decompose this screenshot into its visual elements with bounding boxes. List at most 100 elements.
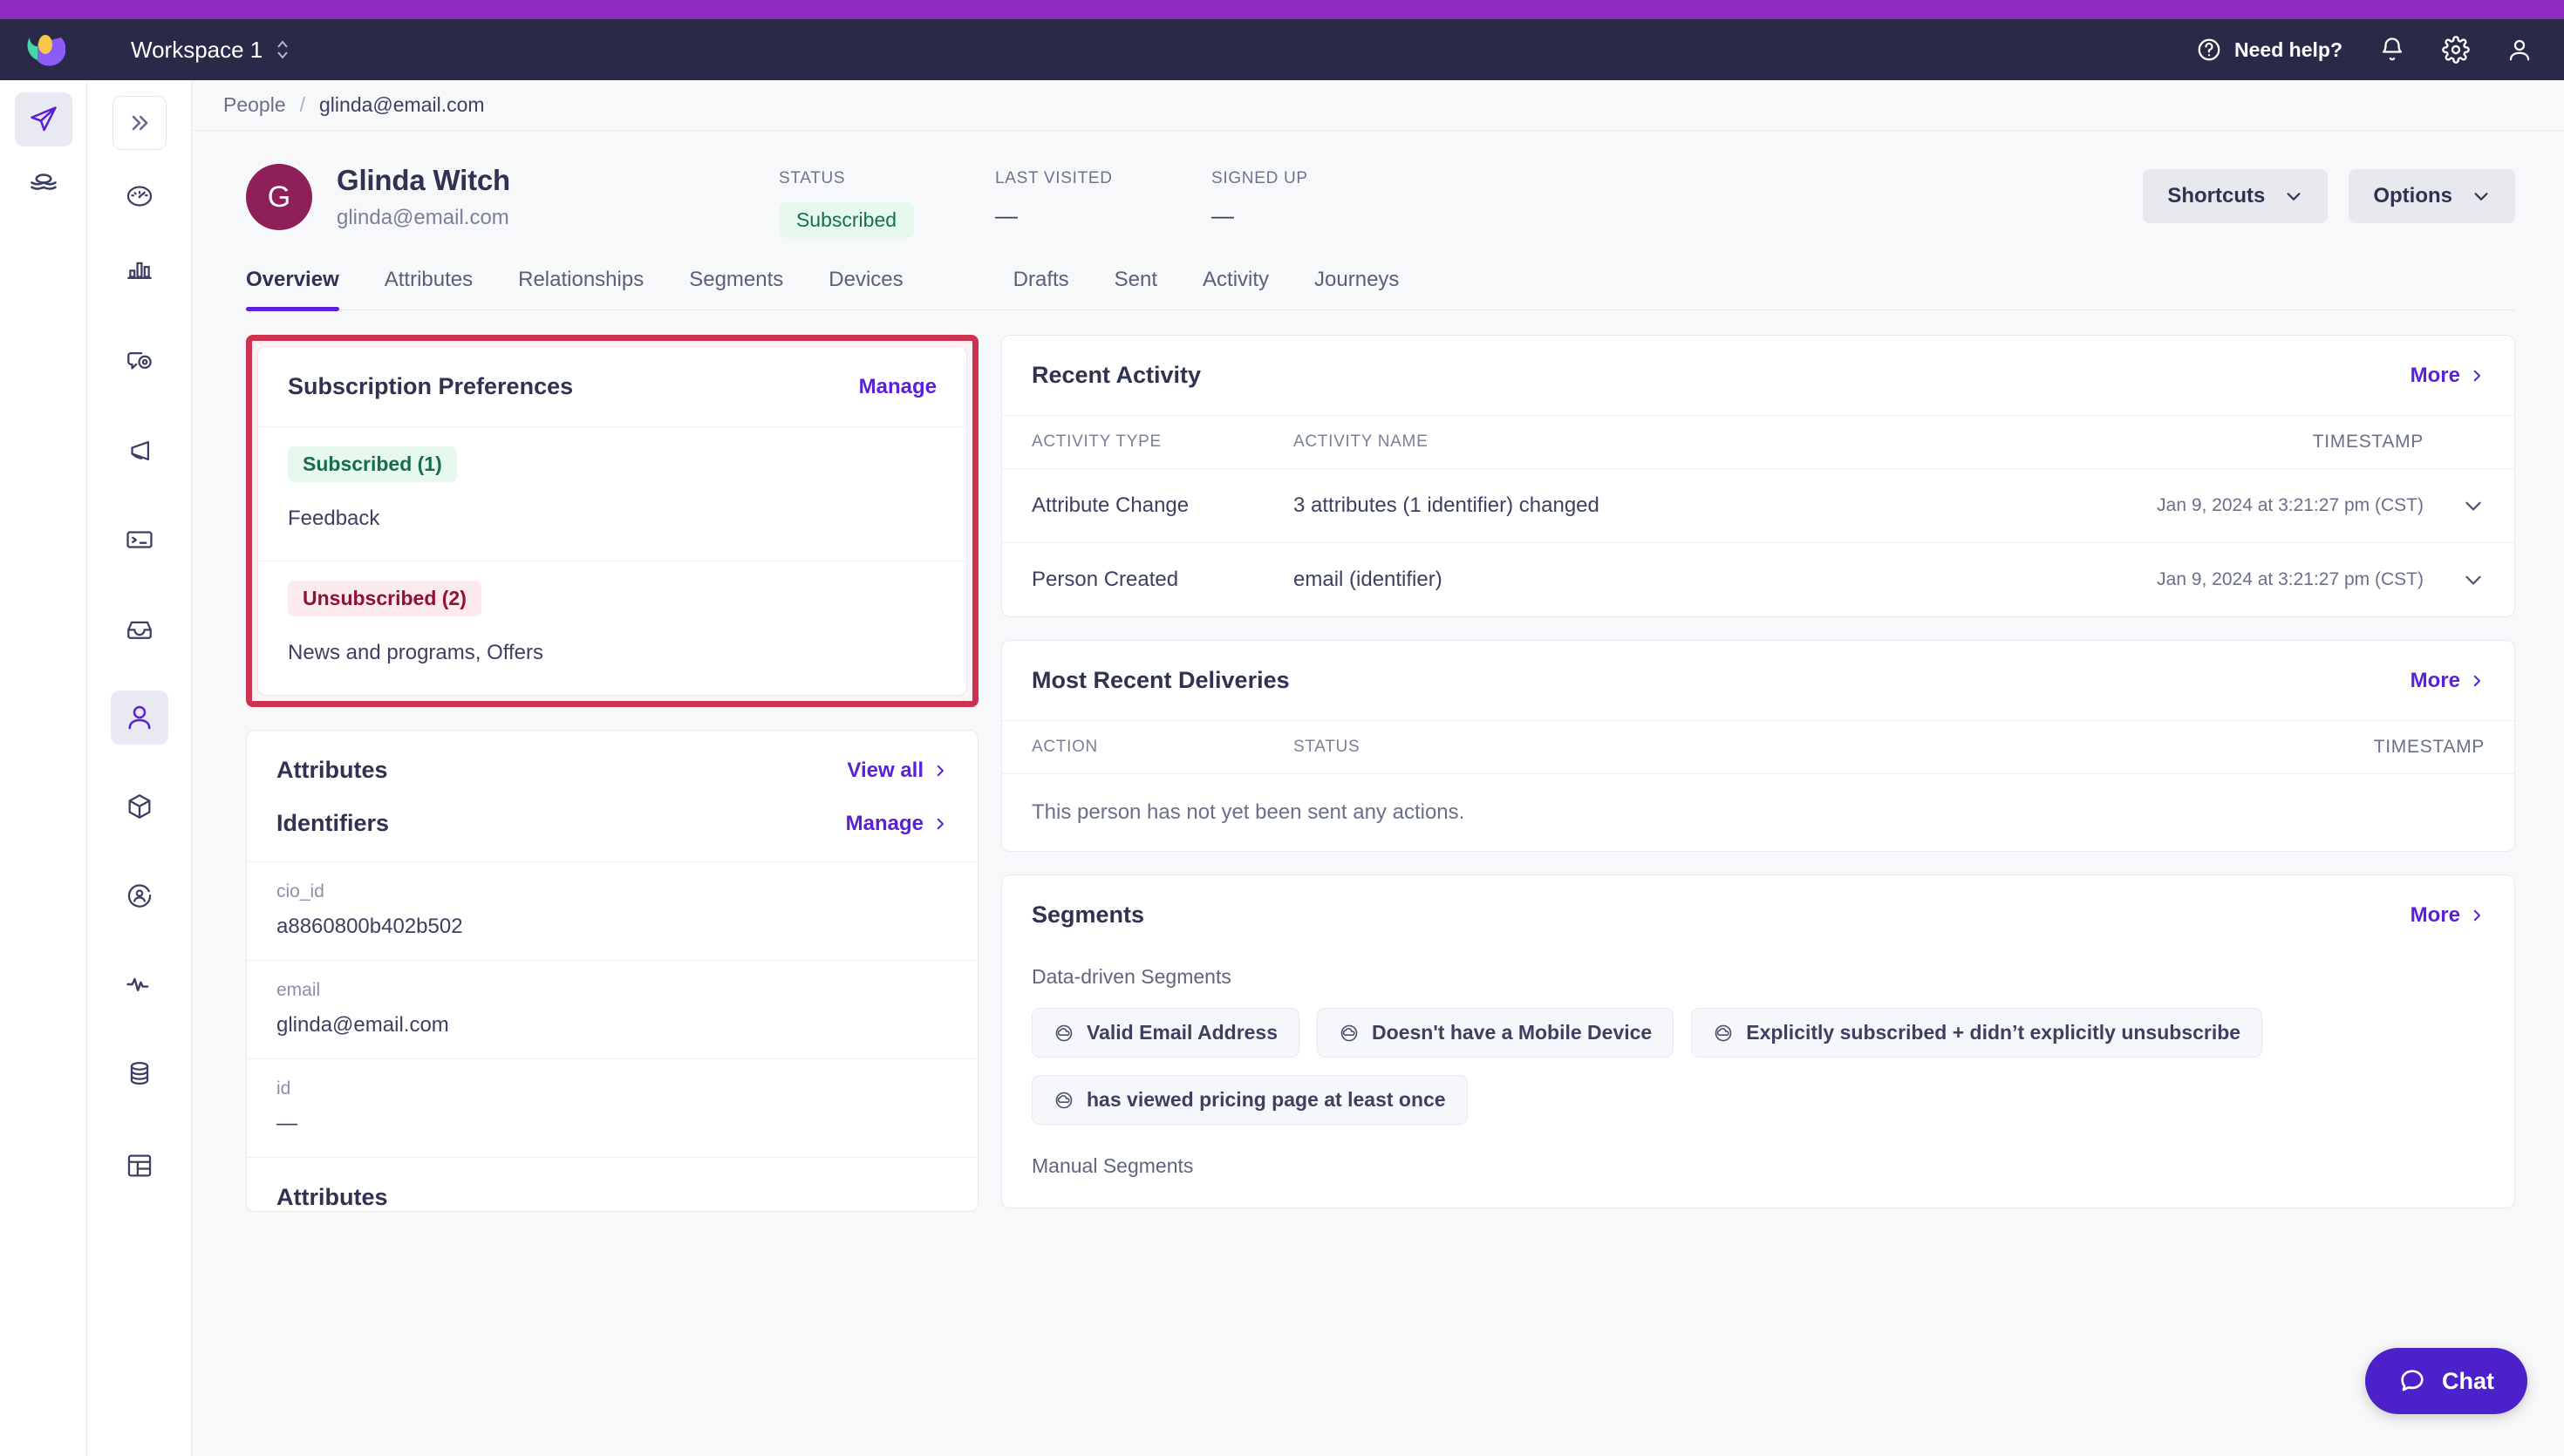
segment-chip[interactable]: Explicitly subscribed + didn’t explicitl…	[1691, 1008, 2263, 1058]
tab-sent[interactable]: Sent	[1092, 268, 1180, 310]
need-help-label: Need help?	[2234, 37, 2342, 61]
tab-attributes[interactable]: Attributes	[362, 268, 495, 310]
workspace-switcher[interactable]: Workspace 1	[131, 37, 290, 64]
sidebar-item-inbox[interactable]	[111, 602, 168, 656]
secondary-nav-rail	[87, 80, 192, 1456]
table-row[interactable]: Person Created email (identifier) Jan 9,…	[1002, 543, 2514, 616]
identifier-key: cio_id	[276, 881, 324, 901]
person-identity: Glinda Witch glinda@email.com	[337, 164, 510, 230]
attributes-view-all-link[interactable]: View all	[847, 759, 948, 783]
chat-bubble-icon	[2398, 1367, 2426, 1395]
breadcrumb-people[interactable]: People	[223, 93, 286, 117]
gauge-icon	[125, 181, 154, 211]
sidebar-item-messages[interactable]	[111, 335, 168, 389]
identifier-value: a8860800b402b502	[276, 915, 463, 938]
segment-label: Doesn't have a Mobile Device	[1372, 1021, 1653, 1044]
person-email: glinda@email.com	[337, 206, 509, 229]
tab-activity[interactable]: Activity	[1180, 268, 1292, 310]
need-help-button[interactable]: Need help?	[2196, 37, 2342, 63]
sidebar-item-dashboard[interactable]	[111, 169, 168, 223]
row-expand-button[interactable]	[2424, 568, 2485, 591]
segments-title: Segments	[1032, 901, 1145, 928]
breadcrumb-separator: /	[299, 93, 306, 116]
identifier-value: glinda@email.com	[276, 1013, 449, 1037]
meta-signed-up: SIGNED UP —	[1211, 169, 1428, 238]
person-meta-columns: STATUS Subscribed LAST VISITED — SIGNED …	[778, 164, 1428, 238]
tab-journeys[interactable]: Journeys	[1292, 268, 1422, 310]
row-expand-button[interactable]	[2424, 494, 2485, 517]
sidebar-item-data-sources[interactable]	[111, 1046, 168, 1100]
segment-chip[interactable]: Valid Email Address	[1032, 1008, 1300, 1058]
user-avatar-icon[interactable]	[2506, 37, 2533, 63]
subscription-manage-link[interactable]: Manage	[859, 375, 937, 399]
segment-chip[interactable]: has viewed pricing page at least once	[1032, 1075, 1468, 1125]
segments-more-link[interactable]: More	[2411, 903, 2485, 928]
options-label: Options	[2373, 184, 2452, 208]
segments-card: Segments More Data-driven Segments Valid…	[1001, 874, 2515, 1208]
app-body: People / glinda@email.com G Glinda Witch…	[0, 80, 2564, 1456]
shortcuts-button[interactable]: Shortcuts	[2143, 169, 2329, 223]
recent-deliveries-card: Most Recent Deliveries More ACTION STATU…	[1001, 640, 2515, 852]
identifier-row: id —	[247, 1058, 978, 1157]
column-activity-name: ACTIVITY NAME	[1293, 432, 1429, 451]
sidebar-item-analytics[interactable]	[111, 242, 168, 296]
tab-overview[interactable]: Overview	[246, 268, 362, 311]
recent-deliveries-title: Most Recent Deliveries	[1032, 667, 1290, 693]
sidebar-item-objects[interactable]	[111, 779, 168, 833]
identifier-key: email	[276, 980, 321, 1000]
app-logo-icon[interactable]	[21, 31, 70, 69]
megaphone-icon	[125, 436, 154, 466]
attributes-header: Attributes View all	[247, 731, 978, 810]
bell-icon[interactable]	[2379, 37, 2405, 63]
recent-deliveries-empty-message: This person has not yet been sent any ac…	[1032, 800, 1465, 824]
manual-segments-label: Manual Segments	[1032, 1154, 1194, 1177]
recent-activity-card: Recent Activity More ACTIVITY TYPE ACTIV…	[1001, 335, 2515, 617]
identifiers-manage-link[interactable]: Manage	[846, 812, 948, 836]
table-row[interactable]: Attribute Change 3 attributes (1 identif…	[1002, 469, 2514, 543]
shortcuts-label: Shortcuts	[2167, 184, 2266, 208]
activity-name: email (identifier)	[1293, 568, 1442, 591]
recent-deliveries-more-link[interactable]: More	[2411, 669, 2485, 693]
recent-activity-table-header: ACTIVITY TYPE ACTIVITY NAME TIMESTAMP	[1002, 415, 2514, 469]
help-circle-icon	[2196, 37, 2222, 63]
subscription-group-unsubscribed: Unsubscribed (2) News and programs, Offe…	[258, 561, 966, 695]
options-button[interactable]: Options	[2349, 169, 2515, 223]
sidebar-item-people[interactable]	[110, 691, 168, 745]
bar-chart-icon	[125, 255, 154, 284]
chat-button[interactable]: Chat	[2365, 1348, 2527, 1414]
sidebar-item-api[interactable]	[111, 513, 168, 567]
tab-drafts[interactable]: Drafts	[991, 268, 1092, 310]
sidebar-item-audiences[interactable]	[111, 868, 168, 922]
segment-label: has viewed pricing page at least once	[1087, 1088, 1446, 1111]
identifiers-manage-label: Manage	[845, 811, 924, 835]
unsubscribed-items: News and programs, Offers	[288, 641, 544, 664]
tab-devices[interactable]: Devices	[806, 268, 925, 310]
segment-chip[interactable]: Doesn't have a Mobile Device	[1317, 1008, 1674, 1058]
column-status: STATUS	[1293, 738, 1360, 756]
expand-sidebar-button[interactable]	[112, 96, 167, 150]
meta-last-visited-label: LAST VISITED	[994, 169, 1113, 187]
sidebar-item-templates[interactable]	[111, 1139, 168, 1193]
subscription-preferences-highlight: Subscription Preferences Manage Subscrib…	[246, 335, 979, 707]
recent-activity-more-link[interactable]: More	[2411, 364, 2485, 388]
segment-label: Explicitly subscribed + didn’t explicitl…	[1746, 1021, 2241, 1044]
attributes-section: Attributes	[247, 1157, 978, 1211]
tab-segments[interactable]: Segments	[666, 268, 806, 310]
sidebar-item-broadcasts[interactable]	[111, 424, 168, 478]
data-driven-segments-chips: Valid Email Address Doesn't have a Mobil…	[1032, 1008, 2485, 1125]
person-tabs: Overview Attributes Relationships Segmen…	[246, 268, 2515, 311]
gear-icon[interactable]	[2442, 36, 2470, 64]
inbox-icon	[125, 614, 154, 643]
layout-grid-icon	[125, 1151, 154, 1180]
chevron-right-icon	[2469, 368, 2485, 384]
sidebar-item-activity-logs[interactable]	[111, 957, 168, 1011]
chevron-right-icon	[2469, 908, 2485, 923]
sidebar-item-data-pipelines[interactable]	[15, 157, 72, 211]
person-in-circle-icon	[125, 881, 154, 910]
column-timestamp: TIMESTAMP	[2312, 432, 2424, 452]
layers-icon	[28, 168, 59, 200]
chevron-right-icon	[932, 763, 948, 779]
sidebar-item-campaigns[interactable]	[14, 92, 72, 146]
breadcrumb-current: glinda@email.com	[319, 93, 485, 116]
tab-relationships[interactable]: Relationships	[495, 268, 666, 310]
